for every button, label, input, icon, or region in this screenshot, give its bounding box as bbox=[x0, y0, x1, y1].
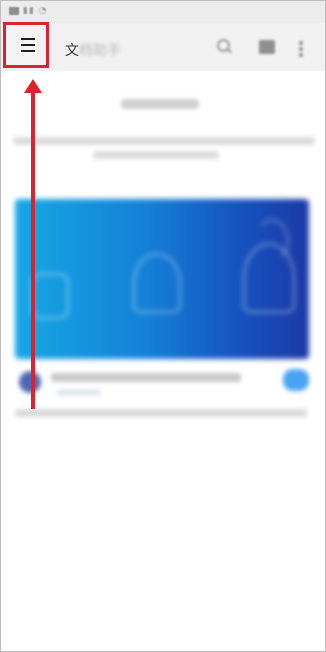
phone-screen: ▮▮ ◔ 文档助手 bbox=[0, 0, 326, 652]
page-title-blurred: 档助手 bbox=[79, 43, 121, 59]
annotation-arrow bbox=[31, 89, 35, 409]
bag-shape bbox=[133, 253, 181, 313]
hamburger-menu-icon bbox=[21, 38, 35, 40]
search-icon[interactable] bbox=[217, 39, 231, 53]
article-intro-line bbox=[93, 151, 219, 159]
bag-shape bbox=[31, 273, 69, 319]
page-title-visible: 文 bbox=[65, 43, 79, 59]
author-meta bbox=[57, 389, 101, 396]
arc-shape bbox=[255, 219, 289, 263]
author-name[interactable] bbox=[51, 373, 241, 382]
sim-icon bbox=[9, 6, 19, 15]
wifi-icon: ◔ bbox=[38, 6, 48, 16]
article-heading bbox=[121, 99, 199, 109]
annotation-arrowhead bbox=[24, 79, 42, 93]
avatar[interactable] bbox=[19, 371, 41, 393]
menu-button[interactable] bbox=[3, 22, 49, 68]
caption-line bbox=[15, 409, 307, 417]
app-header: 文档助手 bbox=[1, 23, 325, 71]
status-bar: ▮▮ ◔ bbox=[1, 1, 325, 23]
status-icons: ▮▮ ◔ bbox=[9, 6, 48, 16]
page-title: 文档助手 bbox=[65, 40, 121, 60]
follow-button[interactable] bbox=[283, 369, 309, 391]
article-banner-image[interactable] bbox=[15, 199, 309, 359]
article-intro-line bbox=[13, 137, 315, 145]
grid-icon[interactable] bbox=[259, 40, 275, 54]
signal-icon: ▮▮ bbox=[22, 6, 35, 16]
article-content bbox=[1, 71, 325, 651]
more-vertical-icon[interactable] bbox=[299, 41, 303, 57]
